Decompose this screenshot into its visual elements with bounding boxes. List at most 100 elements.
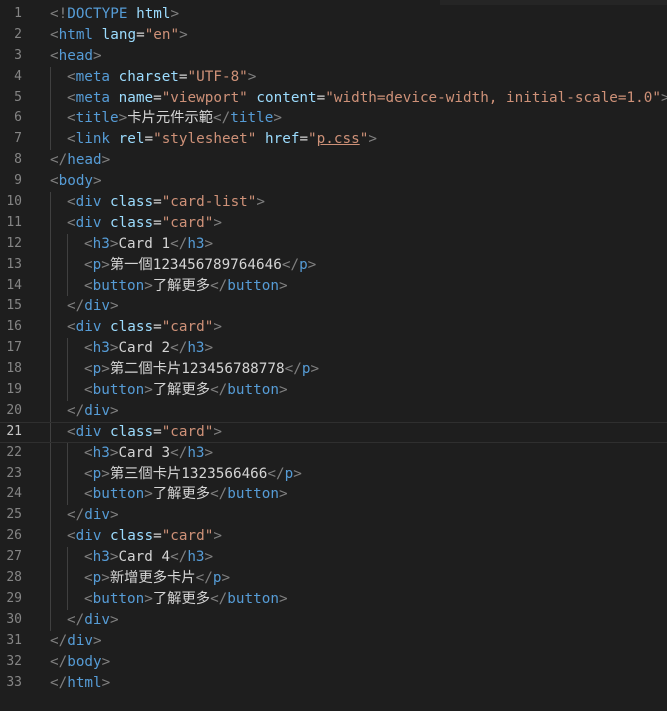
- code-line[interactable]: 5 <meta name="viewport" content="width=de…: [0, 87, 667, 109]
- code-line[interactable]: 23 <p>第三個卡片1323566466</p>: [0, 463, 667, 485]
- code-text: <button>了解更多</button>: [84, 589, 288, 610]
- code-token: >: [144, 590, 153, 607]
- code-token: =: [144, 131, 154, 148]
- code-line[interactable]: 28 <p>新增更多卡片</p>: [0, 568, 667, 589]
- code-token: >: [213, 319, 222, 336]
- code-token: html: [58, 26, 94, 43]
- code-lines[interactable]: 1 <!DOCTYPE html> 2 <html lang="en"> 3 <head>…: [0, 4, 667, 693]
- code-text: <div class="card">: [67, 317, 222, 338]
- code-token: p.css: [316, 131, 360, 148]
- code-token: >: [213, 214, 222, 231]
- code-line[interactable]: 11 <div class="card">: [0, 212, 667, 234]
- code-token: button: [92, 486, 145, 503]
- code-line[interactable]: 18 <p>第二個卡片123456788778</p>: [0, 359, 667, 381]
- code-token: h3: [187, 235, 205, 252]
- code-token: title: [75, 110, 119, 127]
- code-line[interactable]: 29 <button>了解更多</button>: [0, 588, 667, 610]
- code-line[interactable]: 6 <title>卡片元件示範</title>: [0, 108, 667, 130]
- indent-guide: [50, 66, 51, 88]
- code-text: </body>: [50, 652, 110, 673]
- code-line[interactable]: 13 <p>第一個123456789764646</p>: [0, 254, 667, 276]
- code-token: >: [101, 152, 111, 169]
- code-line[interactable]: 3 <head>: [0, 46, 667, 67]
- code-token: 第三個卡片1323566466: [109, 465, 268, 482]
- code-line[interactable]: 30 </div>: [0, 609, 667, 631]
- code-line[interactable]: 19 <button>了解更多</button>: [0, 380, 667, 401]
- indent-guide: [50, 296, 51, 318]
- code-token: >: [660, 89, 667, 106]
- code-token: div: [84, 402, 111, 419]
- indent-guide: [50, 505, 51, 527]
- code-line[interactable]: 26 <div class="card">: [0, 526, 667, 548]
- code-editor[interactable]: 1 <!DOCTYPE html> 2 <html lang="en"> 3 <head>…: [0, 0, 667, 711]
- code-token: <: [84, 361, 93, 378]
- code-token: 了解更多: [152, 382, 211, 399]
- code-token: "card-list": [161, 194, 257, 211]
- code-token: class: [110, 423, 154, 440]
- line-number: 9: [14, 173, 22, 189]
- code-token: =: [153, 319, 162, 336]
- code-token: html: [136, 6, 171, 22]
- code-token: </: [50, 152, 68, 169]
- code-line[interactable]: 17 <h3>Card 2</h3>: [0, 338, 667, 360]
- code-line[interactable]: 10 <div class="card-list">: [0, 192, 667, 213]
- code-token: >: [293, 465, 302, 482]
- code-line[interactable]: 24 <button>了解更多</button>: [0, 484, 667, 506]
- code-line[interactable]: 2 <html lang="en">: [0, 25, 667, 46]
- code-token: <: [67, 319, 76, 336]
- code-token: >: [247, 68, 257, 85]
- code-line[interactable]: 22 <h3>Card 3</h3>: [0, 442, 667, 464]
- code-token: <: [84, 340, 93, 357]
- code-token: link: [75, 131, 111, 148]
- code-token: <: [84, 277, 93, 294]
- code-line[interactable]: 31 </div>: [0, 631, 667, 652]
- line-number: 27: [6, 549, 22, 565]
- indent-guide: [50, 547, 51, 569]
- code-line[interactable]: 1 <!DOCTYPE html>: [0, 4, 667, 25]
- code-token: >: [278, 590, 288, 607]
- code-token: </: [67, 298, 85, 315]
- code-token: =: [178, 68, 188, 85]
- code-text: </div>: [67, 296, 119, 317]
- code-line[interactable]: 14 <button>了解更多</button>: [0, 275, 667, 297]
- code-token: div: [75, 423, 102, 440]
- code-token: meta: [75, 68, 111, 85]
- code-line[interactable]: 21 <div class="card">: [0, 421, 667, 443]
- code-line[interactable]: 16 <div class="card">: [0, 317, 667, 339]
- code-line[interactable]: 9 <body>: [0, 171, 667, 192]
- code-line[interactable]: 12 <h3>Card 1</h3>: [0, 233, 667, 255]
- code-token: >: [307, 256, 317, 273]
- indent-guide: [50, 588, 51, 610]
- code-line[interactable]: 25 </div>: [0, 505, 667, 527]
- code-text: <button>了解更多</button>: [84, 484, 288, 505]
- indent-guide: [67, 254, 68, 276]
- code-token: "card": [161, 214, 214, 231]
- indent-guide: [50, 87, 51, 109]
- code-token: >: [110, 402, 119, 419]
- line-number: 18: [6, 361, 22, 377]
- code-token: "width=device-width, initial-scale=1.0": [325, 89, 661, 106]
- code-line[interactable]: 7 <link rel="stylesheet" href="p.css">: [0, 129, 667, 151]
- code-token: p: [92, 256, 102, 273]
- code-line[interactable]: 15 </div>: [0, 296, 667, 318]
- code-line[interactable]: 27 <h3>Card 4</h3>: [0, 547, 667, 569]
- code-token: "UTF-8": [187, 68, 248, 85]
- indent-guide: [50, 212, 51, 234]
- code-line[interactable]: 32 </body>: [0, 652, 667, 673]
- indent-guide: [50, 609, 51, 631]
- code-token: >: [110, 298, 119, 315]
- code-line[interactable]: 20 </div>: [0, 400, 667, 422]
- line-number: 11: [6, 214, 22, 230]
- indent-guide: [50, 484, 51, 506]
- code-line[interactable]: 8 </head>: [0, 150, 667, 171]
- code-token: >: [101, 361, 110, 378]
- code-token: </: [210, 486, 228, 503]
- code-token: =: [153, 89, 162, 106]
- code-line[interactable]: 4 <meta charset="UTF-8">: [0, 66, 667, 88]
- code-token: head: [67, 152, 102, 169]
- code-text: </div>: [67, 610, 119, 631]
- code-line[interactable]: 33 </html>: [0, 673, 667, 694]
- indent-guide: [50, 380, 51, 401]
